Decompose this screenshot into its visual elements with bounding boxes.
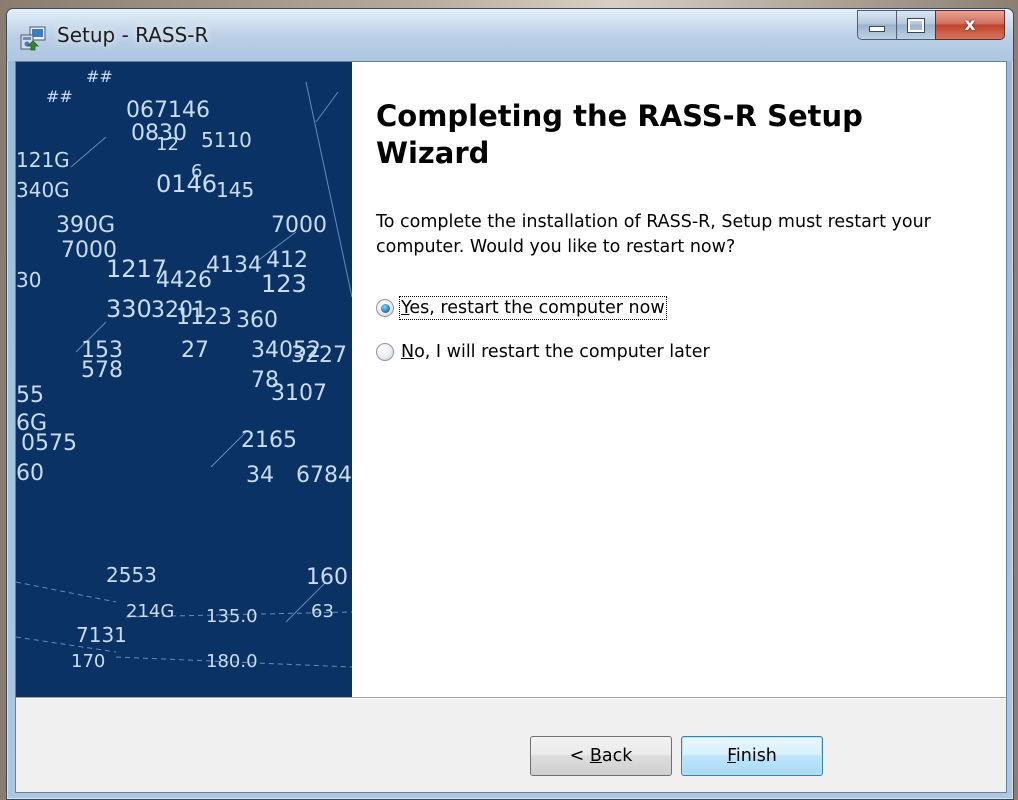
radar-label: 067146 bbox=[126, 98, 210, 123]
radar-label: 145 bbox=[216, 178, 254, 202]
restart-later-radio[interactable] bbox=[376, 343, 394, 361]
wizard-content: Completing the RASS-R Setup Wizard To co… bbox=[352, 62, 1006, 697]
radar-label: 6784 bbox=[296, 463, 352, 488]
finish-rest: inish bbox=[735, 746, 777, 766]
back-prefix: < bbox=[569, 746, 590, 766]
radar-label: 12 bbox=[156, 134, 179, 155]
restart-now-label[interactable]: Yes, restart the computer now bbox=[399, 296, 667, 320]
restart-now-radio[interactable] bbox=[376, 299, 394, 317]
radar-label: 330 bbox=[106, 295, 152, 323]
restart-later-label-text: o, I will restart the computer later bbox=[414, 342, 710, 362]
radar-label: 2165 bbox=[241, 428, 297, 453]
radar-label: 578 bbox=[81, 358, 123, 383]
minimize-button[interactable] bbox=[857, 10, 896, 40]
radar-label: 180.0 bbox=[206, 651, 258, 672]
button-bar: < Back Finish bbox=[16, 699, 1006, 792]
back-button-label: < Back bbox=[570, 746, 633, 766]
radar-label: 60 bbox=[16, 461, 44, 486]
wizard-client-area: ## ## 067146 0830 12 5110 121G 340G 145 0146 6 7000… bbox=[15, 61, 1007, 793]
radar-label: 214G bbox=[126, 601, 174, 622]
setup-window: Setup - RASS-R x ## ## 067146 0830 12 51… bbox=[6, 8, 1014, 800]
title-bar[interactable]: Setup - RASS-R x bbox=[7, 9, 1013, 61]
radar-label: 30 bbox=[16, 268, 41, 292]
finish-button-label: Finish bbox=[727, 746, 777, 766]
setup-installer-icon bbox=[20, 26, 46, 51]
radar-label: 390G bbox=[56, 213, 115, 238]
radar-label: 1123 bbox=[176, 305, 232, 330]
radar-label: 135.0 bbox=[206, 606, 258, 627]
radar-label: 160 bbox=[306, 565, 348, 590]
restart-now-option[interactable]: Yes, restart the computer now bbox=[376, 296, 667, 320]
radar-label: ## bbox=[86, 67, 113, 86]
radar-label: 0575 bbox=[21, 431, 77, 456]
restart-later-accel: N bbox=[401, 342, 415, 362]
finish-accel: F bbox=[727, 746, 736, 766]
radar-label: 63 bbox=[311, 601, 334, 622]
restart-now-label-text: es, restart the computer now bbox=[409, 298, 665, 318]
radar-label: ## bbox=[46, 87, 73, 106]
radar-label: 7000 bbox=[271, 213, 327, 238]
radar-label: 4134 bbox=[206, 253, 262, 278]
minimize-icon bbox=[869, 26, 885, 32]
back-accel: B bbox=[589, 746, 602, 766]
radar-display-image: ## ## 067146 0830 12 5110 121G 340G 145 0146 6 7000… bbox=[16, 62, 352, 697]
radar-label: 34 bbox=[246, 463, 274, 488]
page-description: To complete the installation of RASS-R, … bbox=[376, 212, 931, 257]
close-button[interactable]: x bbox=[935, 10, 1005, 40]
radar-label: 27 bbox=[181, 338, 209, 363]
maximize-icon bbox=[907, 17, 925, 33]
radar-label: 3227 bbox=[291, 343, 347, 368]
maximize-button[interactable] bbox=[896, 10, 935, 40]
radar-label: 340G bbox=[16, 178, 70, 202]
radar-label: 121G bbox=[16, 148, 70, 172]
radar-label: 6 bbox=[191, 161, 202, 182]
back-button[interactable]: < Back bbox=[530, 736, 672, 776]
radar-label: 5110 bbox=[201, 128, 252, 152]
close-icon: x bbox=[964, 15, 976, 35]
radar-label: 55 bbox=[16, 383, 44, 408]
radar-label: 2553 bbox=[106, 563, 157, 587]
radar-label: 7131 bbox=[76, 623, 127, 647]
finish-button[interactable]: Finish bbox=[681, 736, 823, 776]
radar-label: 360 bbox=[236, 308, 278, 333]
restart-later-label[interactable]: No, I will restart the computer later bbox=[401, 342, 710, 362]
caption-buttons: x bbox=[857, 10, 1005, 40]
radar-label: 0146 bbox=[156, 170, 217, 198]
page-title: Completing the RASS-R Setup Wizard bbox=[376, 99, 863, 170]
restart-later-option[interactable]: No, I will restart the computer later bbox=[376, 342, 710, 362]
window-title: Setup - RASS-R bbox=[57, 23, 209, 47]
radar-label: 3107 bbox=[271, 381, 327, 406]
radar-label: 170 bbox=[71, 651, 105, 672]
radar-label: 123 bbox=[261, 270, 307, 298]
radar-graphic: ####067146083012 5110121G340G 145014667000… bbox=[16, 62, 352, 697]
back-rest: ack bbox=[601, 746, 633, 766]
radar-label: 4426 bbox=[156, 268, 212, 293]
